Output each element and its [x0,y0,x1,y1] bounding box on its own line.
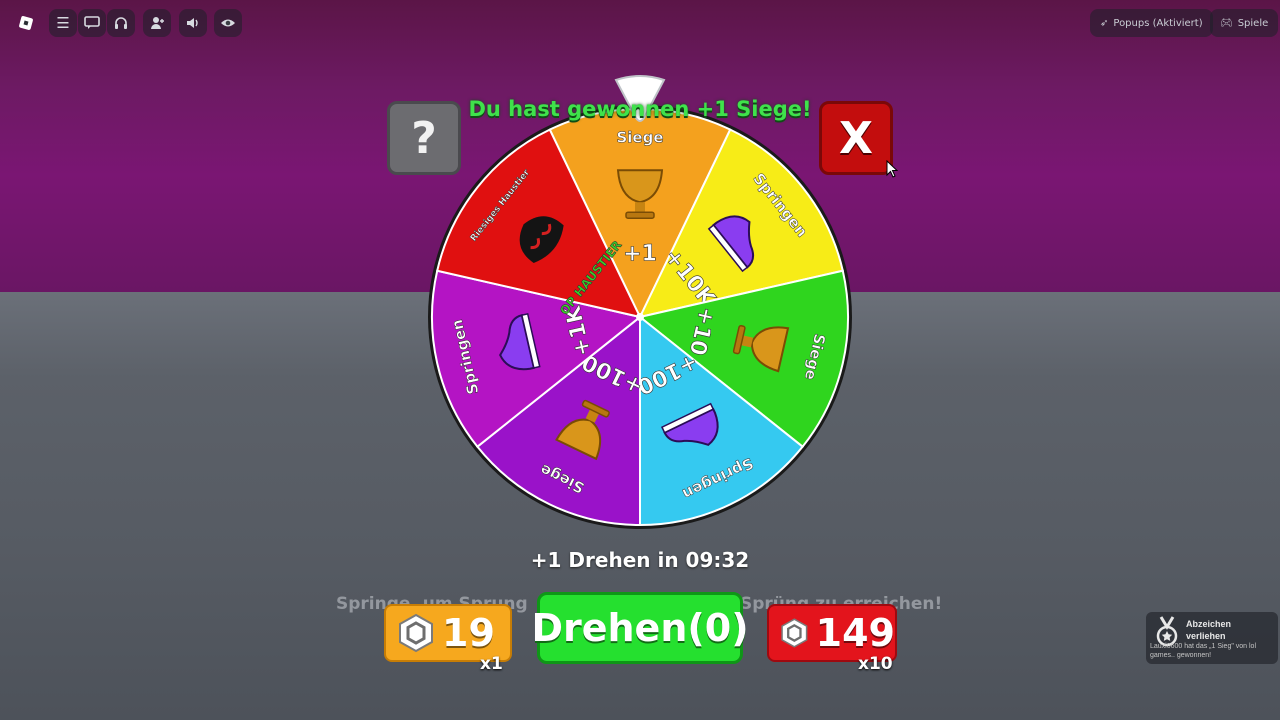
robux-icon [781,618,808,648]
headset-icon[interactable] [107,9,135,37]
friends-icon[interactable] [143,9,171,37]
toast-title: Abzeichen verliehen [1186,619,1232,641]
menu-icon[interactable]: ☰ [49,9,77,37]
segment-reward-label: Siege [616,129,663,147]
segment-amount-label: +1 [623,242,657,267]
buy-one-price: 19 [442,611,495,655]
prize-wheel: +1Siege+10KSpringen+10 Siege+100Springen+… [428,105,852,529]
chat-icon[interactable] [78,9,106,37]
mouse-cursor-icon [886,160,898,178]
games-button[interactable]: 🎮︎ Spiele [1210,9,1279,37]
badge-awarded-toast: Abzeichen verliehen Lauxi0600 hat das „1… [1146,612,1278,664]
help-button[interactable]: ? [387,101,461,175]
speaker-icon[interactable] [179,9,207,37]
popups-toggle[interactable]: ➶ Popups (Aktiviert) [1090,9,1213,37]
buy-one-multiplier: x1 [480,654,503,674]
games-label: Spiele [1237,17,1269,29]
roblox-logo-icon[interactable] [12,9,40,37]
buy-ten-price: 149 [815,611,895,655]
buy-ten-multiplier: x10 [858,654,893,674]
spin-button[interactable]: Drehen(0) [531,592,749,664]
popups-label: Popups (Aktiviert) [1113,17,1203,29]
spin-timer: +1 Drehen in 09:32 [530,548,750,572]
toast-body: Lauxi0600 hat das „1 Sieg" von lol games… [1150,643,1257,659]
win-message: Du hast gewonnen +1 Siege! [468,97,812,121]
robux-icon [399,613,433,653]
wheel-hub [636,313,644,321]
eye-icon[interactable] [214,9,242,37]
close-button[interactable]: X [819,101,893,175]
gamepad-icon: 🎮︎ [1220,17,1233,29]
rocket-icon: ➶ [1100,17,1109,29]
